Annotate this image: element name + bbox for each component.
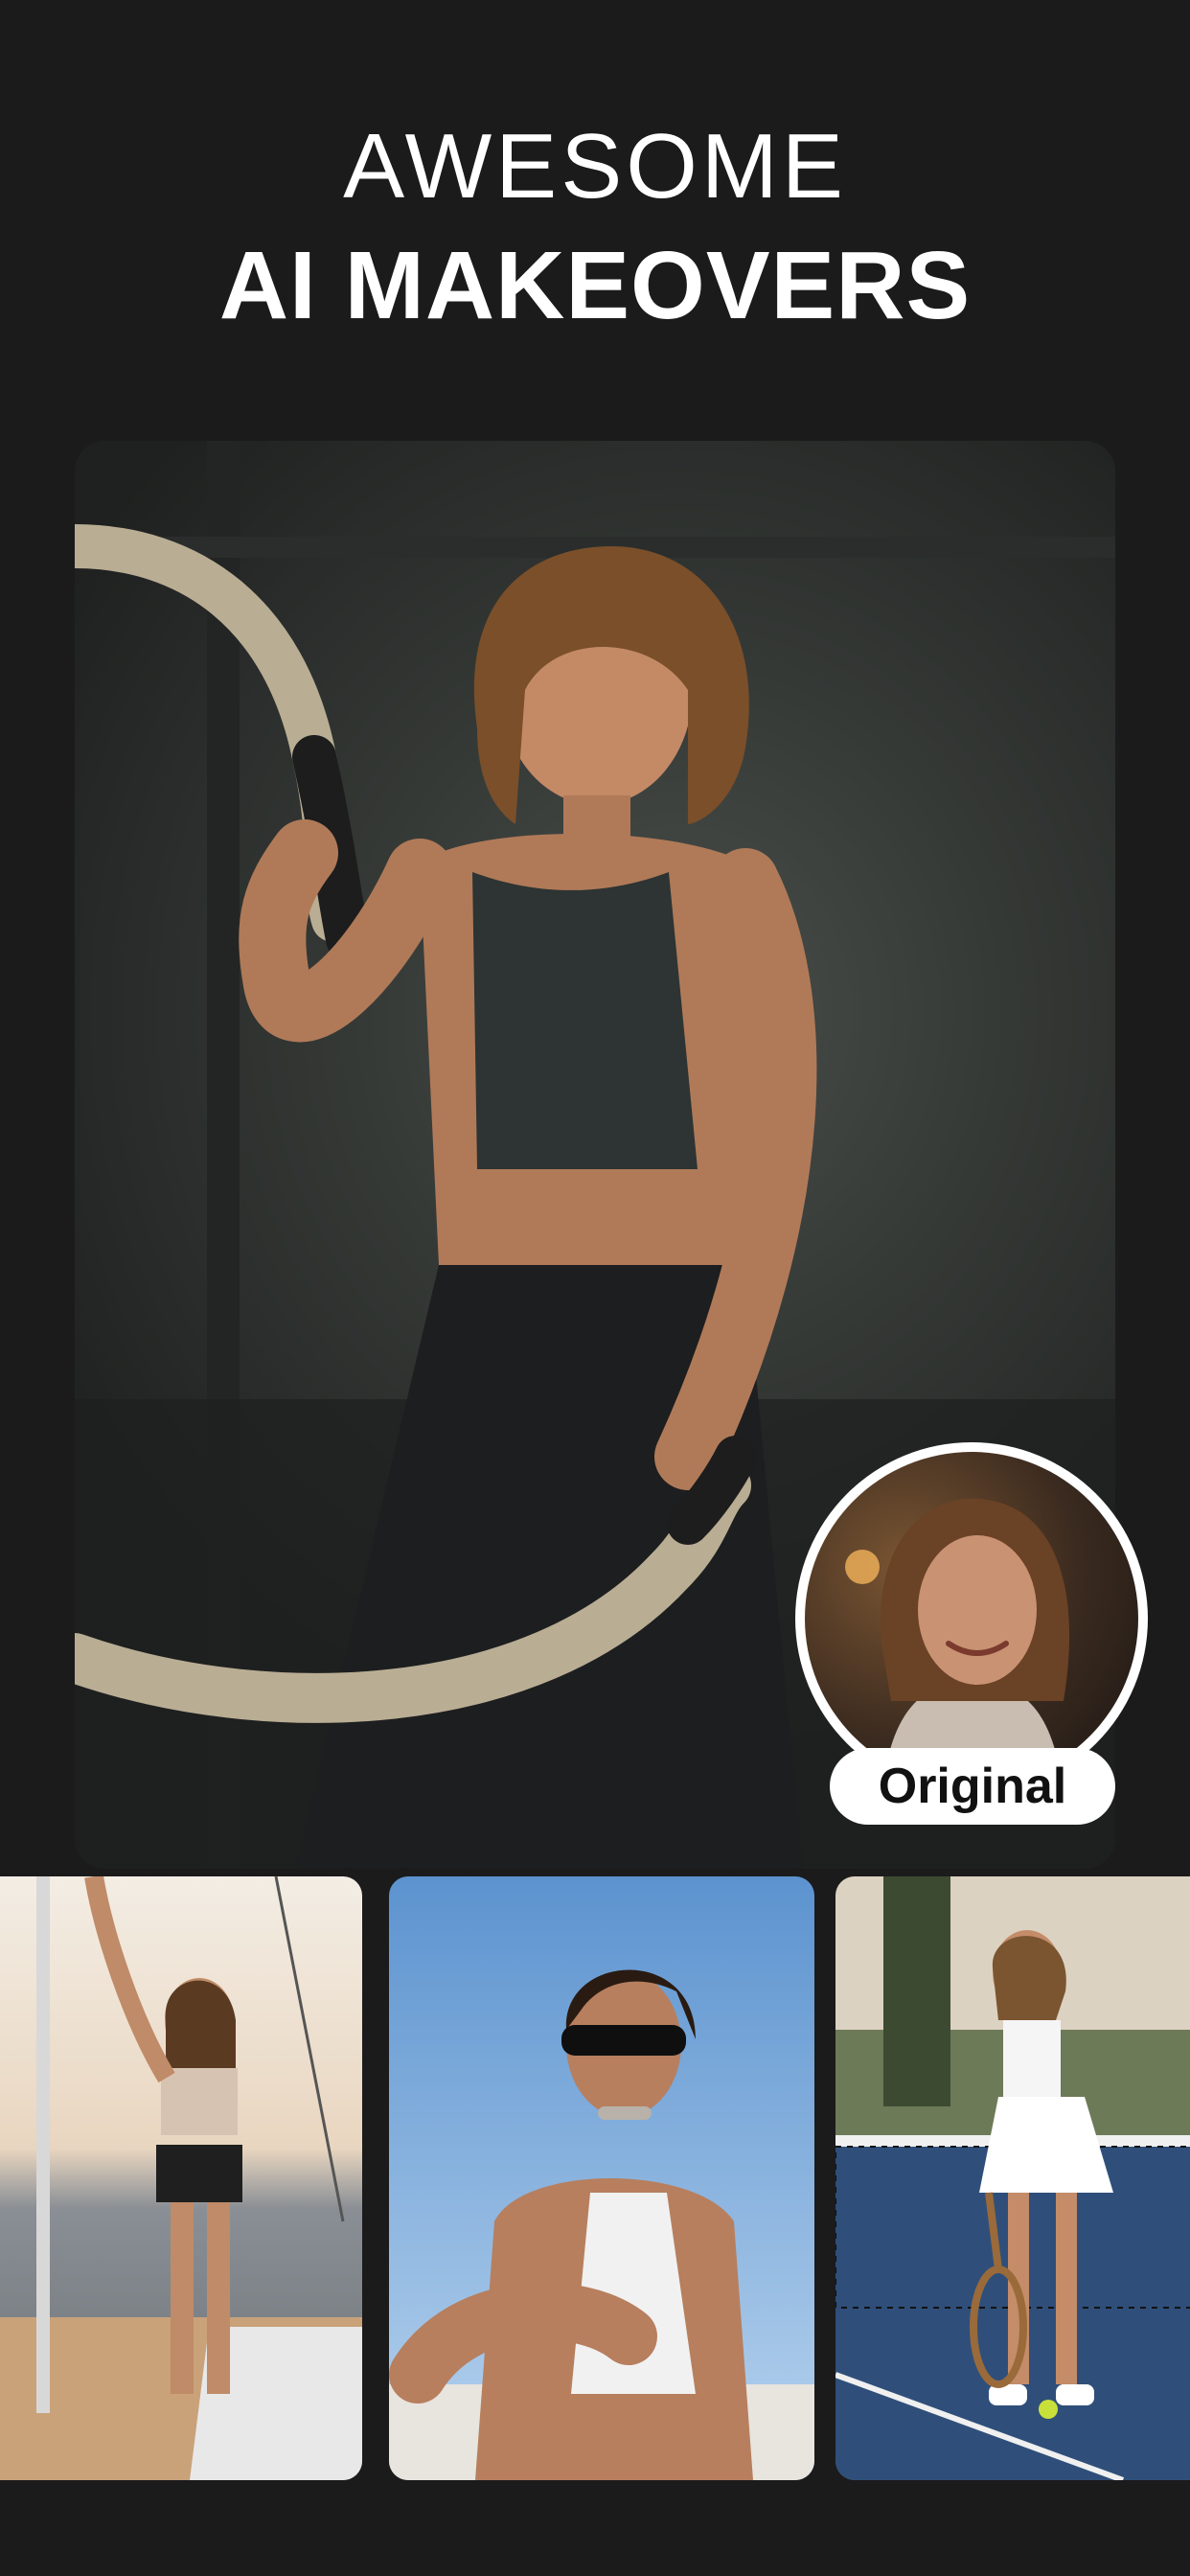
headline-line-2: AI MAKEOVERS <box>218 232 972 339</box>
thumbnail-swimsuit[interactable] <box>381 1869 822 2488</box>
original-avatar <box>795 1442 1148 1795</box>
thumbnail-tennis[interactable] <box>828 1869 1190 2488</box>
original-portrait <box>805 1452 1138 1785</box>
thumbnail-sailboat[interactable] <box>0 1869 370 2488</box>
headline: AWESOME AI MAKEOVERS <box>0 113 1190 347</box>
headline-line-1: AWESOME <box>343 115 847 218</box>
original-label: Original <box>830 1748 1115 1825</box>
